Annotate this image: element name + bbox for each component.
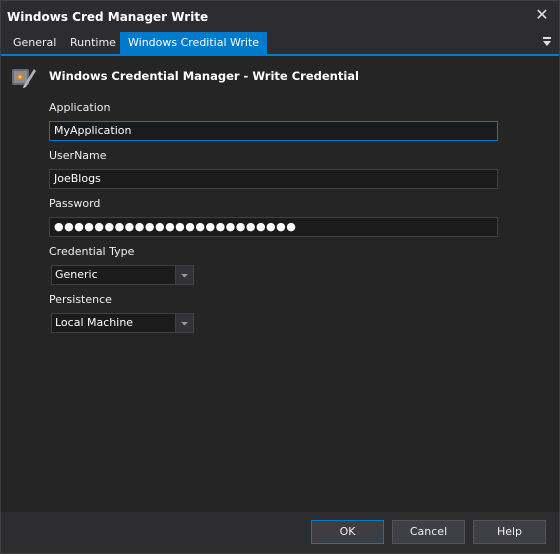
ok-button[interactable]: OK <box>311 520 384 544</box>
application-label: Application <box>49 101 111 114</box>
content-panel: Windows Credential Manager - Write Crede… <box>1 56 559 512</box>
button-bar: OK Cancel Help <box>1 512 559 553</box>
password-field[interactable]: ●●●●●●●●●●●●●●●●●●●●●●●● <box>49 217 498 237</box>
credential-pencil-icon <box>12 69 36 88</box>
help-button[interactable]: Help <box>473 520 546 544</box>
credential-type-value: Generic <box>55 268 98 281</box>
title-bar[interactable]: Windows Cred Manager Write ✕ <box>1 1 559 32</box>
password-label: Password <box>49 197 101 210</box>
credential-type-select[interactable]: Generic <box>51 265 194 285</box>
persistence-value: Local Machine <box>55 316 134 329</box>
tab-bar: General Runtime Windows Creditial Write <box>1 32 559 56</box>
persistence-select[interactable]: Local Machine <box>51 313 194 333</box>
chevron-down-icon[interactable] <box>175 314 193 332</box>
tab-overflow-menu-icon[interactable] <box>542 36 552 48</box>
tab-general[interactable]: General <box>5 32 64 54</box>
cancel-button[interactable]: Cancel <box>392 520 465 544</box>
username-field[interactable]: JoeBlogs <box>49 169 498 189</box>
credential-type-label: Credential Type <box>49 245 135 258</box>
tab-windows-creditial-write[interactable]: Windows Creditial Write <box>120 32 268 54</box>
dialog-window: Windows Cred Manager Write ✕ General Run… <box>0 0 560 554</box>
chevron-down-icon[interactable] <box>175 266 193 284</box>
username-label: UserName <box>49 149 107 162</box>
close-icon[interactable]: ✕ <box>535 7 549 23</box>
tab-runtime[interactable]: Runtime <box>62 32 124 54</box>
persistence-label: Persistence <box>49 293 112 306</box>
window-title: Windows Cred Manager Write <box>7 10 209 24</box>
page-title: Windows Credential Manager - Write Crede… <box>49 69 359 83</box>
application-field[interactable]: MyApplication <box>49 121 498 141</box>
